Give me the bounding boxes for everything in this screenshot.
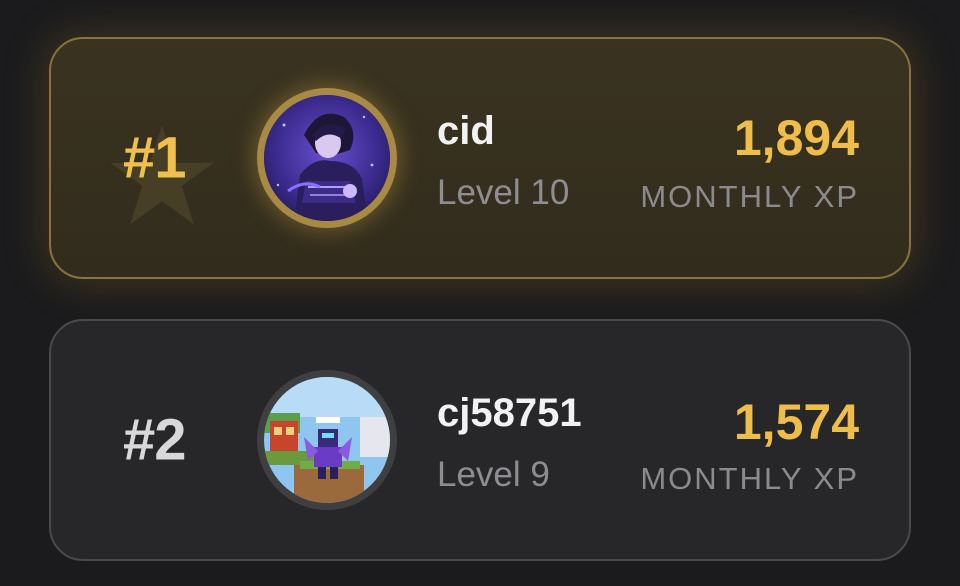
- purple-anime-character-avatar-icon: [264, 95, 390, 221]
- rank-number: #1: [123, 125, 187, 191]
- monthly-xp-label: MONTHLY XP: [640, 179, 859, 214]
- leaderboard-row-1[interactable]: #1 cid Level 10 1,894 MONTHLY XP: [49, 37, 911, 279]
- leaderboard-row-2[interactable]: #2 cj58751 Level 9 1,574 MONTHLY XP: [49, 319, 911, 561]
- avatar[interactable]: [257, 88, 397, 228]
- blocky-game-character-avatar-icon: [264, 377, 390, 503]
- monthly-xp-label: MONTHLY XP: [640, 461, 859, 496]
- user-name[interactable]: cj58751: [437, 391, 582, 436]
- user-name[interactable]: cid: [437, 109, 495, 154]
- leaderboard: #1 cid Level 10 1,894 MONTHLY XP #2 cj58…: [0, 0, 960, 586]
- user-level: Level 10: [437, 173, 570, 212]
- monthly-xp-value: 1,574: [733, 394, 859, 450]
- avatar[interactable]: [257, 370, 397, 510]
- user-level: Level 9: [437, 455, 550, 494]
- rank-number: #2: [123, 407, 187, 473]
- monthly-xp-value: 1,894: [733, 110, 859, 166]
